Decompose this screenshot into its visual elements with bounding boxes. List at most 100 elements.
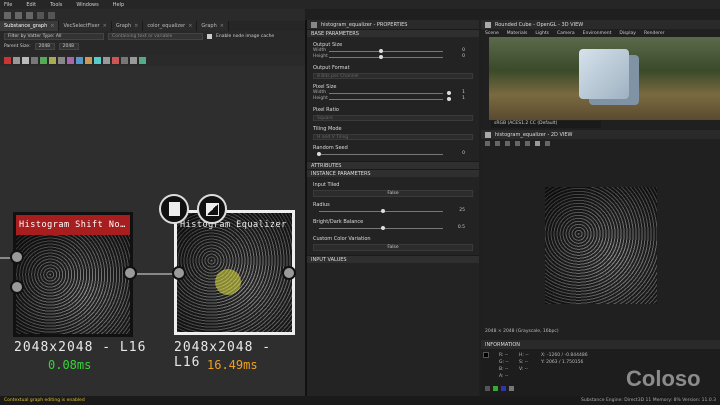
- palette-icon[interactable]: [31, 57, 38, 64]
- palette-icon[interactable]: [40, 57, 47, 64]
- properties-title: histogram_equalizer - PROPERTIES: [321, 21, 408, 28]
- width-value: 0: [462, 48, 465, 53]
- graph-canvas[interactable]: Histogram Shift No… 2048x2048 - L16 0.08…: [0, 66, 305, 396]
- attributes-section[interactable]: ATTRIBUTES: [307, 161, 479, 169]
- instance-parameters-section[interactable]: INSTANCE PARAMETERS: [307, 169, 479, 177]
- palette-icon[interactable]: [85, 57, 92, 64]
- input-port[interactable]: [172, 266, 186, 280]
- palette-icon[interactable]: [49, 57, 56, 64]
- menu-scene[interactable]: Scene: [485, 31, 499, 36]
- 2d-view-header: histogram_equalizer - 2D VIEW: [481, 130, 720, 139]
- output-port[interactable]: [282, 266, 296, 280]
- redo-icon[interactable]: [48, 11, 55, 19]
- parent-size-dropdown[interactable]: 2048: [34, 43, 55, 50]
- palette-icon[interactable]: [139, 57, 146, 64]
- palette-icon[interactable]: [58, 57, 65, 64]
- palette-icon[interactable]: [103, 57, 110, 64]
- menu-materials[interactable]: Materials: [507, 31, 528, 36]
- tab-graph[interactable]: Graph ×: [111, 21, 144, 31]
- menu-camera[interactable]: Camera: [557, 31, 575, 36]
- close-icon[interactable]: ×: [220, 23, 224, 29]
- input-tiled-toggle[interactable]: False: [313, 190, 473, 197]
- swatch-icon[interactable]: [501, 386, 506, 391]
- palette-icon[interactable]: [94, 57, 101, 64]
- width-label: Width: [313, 48, 327, 53]
- tool-icon[interactable]: [485, 141, 490, 146]
- menu-environment[interactable]: Environment: [583, 31, 612, 36]
- menu-help[interactable]: Help: [113, 2, 124, 8]
- cursor-highlight: [215, 269, 241, 295]
- output-port[interactable]: [123, 266, 137, 280]
- menu-renderer[interactable]: Renderer: [644, 31, 665, 36]
- filter-dropdown[interactable]: Filter by Vatter Type: All: [4, 33, 104, 40]
- swatch-icon[interactable]: [485, 386, 490, 391]
- cache-checkbox[interactable]: [207, 34, 212, 39]
- menu-display[interactable]: Display: [619, 31, 636, 36]
- 3d-view-title: Rounded Cube - OpenGL - 3D VIEW: [495, 21, 584, 28]
- parent-size-dropdown-2[interactable]: 2048: [58, 43, 79, 50]
- swatch-icon[interactable]: [509, 386, 514, 391]
- status-engine: Substance Engine: Direct3D 11 Memory: 8%…: [580, 398, 716, 403]
- close-icon[interactable]: ×: [188, 23, 192, 29]
- palette-icon[interactable]: [130, 57, 137, 64]
- 2d-preview-image[interactable]: [545, 187, 657, 304]
- input-port[interactable]: [10, 250, 24, 264]
- info-x: X: -1260 / -0.844486: [541, 353, 588, 358]
- radius-slider[interactable]: 25: [313, 208, 473, 214]
- tab-graph-2[interactable]: Graph ×: [197, 21, 229, 31]
- pixel-ratio-dropdown[interactable]: Square: [313, 115, 473, 121]
- close-icon[interactable]: ×: [50, 23, 54, 29]
- colorspace-dropdown[interactable]: sRGB (ACES1.2 CC (Default): [491, 121, 601, 128]
- tool-icon[interactable]: [535, 141, 540, 146]
- tool-icon[interactable]: [525, 141, 530, 146]
- tab-color-equalizer[interactable]: color_equalizer ×: [143, 21, 198, 31]
- node-histogram-shift[interactable]: Histogram Shift No…: [13, 212, 133, 337]
- menu-file[interactable]: File: [4, 2, 12, 8]
- 3d-viewport[interactable]: [489, 37, 720, 120]
- height-slider[interactable]: Height 0: [313, 54, 473, 60]
- node-bookmark-icon[interactable]: [197, 194, 227, 224]
- tiling-mode-dropdown[interactable]: H and V Tiling: [313, 134, 473, 140]
- bright-dark-value: 0.5: [457, 225, 465, 230]
- close-icon[interactable]: ×: [134, 23, 138, 29]
- custom-color-toggle[interactable]: False: [313, 244, 473, 251]
- node-comment-icon[interactable]: [159, 194, 189, 224]
- save-icon[interactable]: [26, 11, 33, 19]
- bright-dark-slider[interactable]: 0.5: [313, 225, 473, 231]
- menu-windows[interactable]: Windows: [76, 2, 98, 8]
- palette-icon[interactable]: [121, 57, 128, 64]
- node-link[interactable]: [137, 273, 177, 275]
- tab-substance-graph[interactable]: Substance_graph ×: [0, 21, 60, 31]
- node-histogram-equalizer[interactable]: Histogram Equalizer: [174, 210, 295, 335]
- pixel-height-slider[interactable]: Height 1: [313, 96, 473, 102]
- input-values-section[interactable]: INPUT VALUES: [307, 255, 479, 263]
- menu-tools[interactable]: Tools: [50, 2, 62, 8]
- information-panel: INFORMATION R: -- G: -- B: -- A: -- H: -…: [481, 340, 720, 396]
- info-a: A: --: [499, 374, 509, 379]
- menu-lights[interactable]: Lights: [535, 31, 549, 36]
- random-seed-slider[interactable]: 0: [313, 151, 473, 157]
- open-icon[interactable]: [15, 11, 22, 19]
- tab-vecselectfixer[interactable]: VecSelectFixer ×: [59, 21, 112, 31]
- menu-edit[interactable]: Edit: [26, 2, 36, 8]
- close-icon[interactable]: ×: [103, 23, 107, 29]
- hsv-readout: H: -- S: -- V: --: [519, 352, 529, 373]
- tool-icon[interactable]: [495, 141, 500, 146]
- properties-header: histogram_equalizer - PROPERTIES: [307, 20, 479, 29]
- tool-icon[interactable]: [515, 141, 520, 146]
- tool-icon[interactable]: [505, 141, 510, 146]
- tool-icon[interactable]: [545, 141, 550, 146]
- output-format-dropdown[interactable]: 8 Bits per Channel: [313, 73, 473, 79]
- palette-icon[interactable]: [22, 57, 29, 64]
- palette-icon[interactable]: [13, 57, 20, 64]
- filter-search-input[interactable]: Containing text or variable: [108, 33, 203, 40]
- new-icon[interactable]: [4, 11, 11, 19]
- base-parameters-section[interactable]: BASE PARAMETERS: [307, 29, 479, 37]
- swatch-icon[interactable]: [493, 386, 498, 391]
- palette-icon[interactable]: [4, 57, 11, 64]
- palette-icon[interactable]: [67, 57, 74, 64]
- palette-icon[interactable]: [112, 57, 119, 64]
- palette-icon[interactable]: [76, 57, 83, 64]
- input-port[interactable]: [10, 280, 24, 294]
- undo-icon[interactable]: [37, 11, 44, 19]
